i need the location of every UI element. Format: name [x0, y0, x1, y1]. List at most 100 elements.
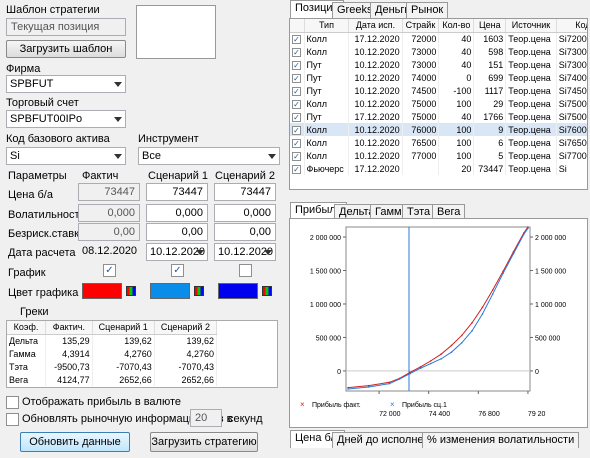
data-point — [491, 293, 494, 295]
positions-tabbar: Позиции Greeks Деньги Рынок — [288, 0, 588, 18]
instrument-select-value: Все — [142, 150, 161, 162]
table-cell: 10.12.2020 — [348, 149, 403, 162]
tab-market[interactable]: Рынок — [406, 2, 449, 18]
rate-s2-field[interactable]: 0,00 — [214, 223, 276, 241]
col-check — [290, 19, 305, 33]
table-row[interactable]: ✓Колл10.12.2020770001005Теор.ценаSi77000… — [290, 149, 587, 162]
row-checkbox[interactable]: ✓ — [290, 136, 305, 149]
params-header-3: Сценарий 2 — [215, 170, 276, 182]
greeks-col-s1: Сценарий 1 — [92, 321, 155, 335]
table-row[interactable]: ✓ Колл 10.12.2020 75000 100 29 Теор.цена Si7500… — [290, 97, 587, 110]
table-row[interactable]: ✓ Пут 17.12.2020 75000 40 1766 Теор.цена Si7500… — [290, 110, 587, 123]
load-strategy-button[interactable]: Загрузить стратегию — [150, 432, 258, 452]
table-row[interactable]: ✓Пут10.12.2020740000699Теор.ценаSi74000B… — [290, 71, 587, 84]
chevron-down-icon — [196, 250, 204, 255]
table-cell: Si74500BX — [556, 84, 587, 97]
refresh-interval-field[interactable]: 20 — [190, 409, 222, 427]
greeks-col-s2: Сценарий 2 — [154, 321, 218, 335]
price-s1-field[interactable]: 73447 — [146, 183, 208, 201]
vol-s1-field[interactable]: 0,000 — [146, 204, 208, 222]
y-tick-label: 2 000 000 — [310, 235, 341, 242]
data-point — [429, 360, 432, 362]
table-cell: 10.12.2020 — [348, 84, 403, 97]
row-checkbox[interactable]: ✓ — [290, 32, 305, 45]
color-s2-swatch[interactable] — [218, 283, 258, 299]
palette-icon[interactable] — [126, 286, 136, 296]
load-template-button[interactable]: Загрузить шаблон — [6, 40, 126, 58]
table-row[interactable]: ✓ Колл 17.12.2020 72000 40 1603 Теор.цена Si720… — [290, 32, 587, 45]
greek-value: -7070,43 — [92, 360, 155, 373]
data-point — [491, 289, 494, 291]
table-cell: Теор.цена — [505, 84, 557, 97]
palette-icon[interactable] — [194, 286, 204, 296]
table-row[interactable]: ✓ Пут 10.12.2020 74500 -100 1117 Теор.цена Si74… — [290, 84, 587, 97]
price-s2-field[interactable]: 73447 — [214, 183, 276, 201]
chart-s1-checkbox[interactable]: ✓ — [171, 264, 184, 277]
table-cell: 10.12.2020 — [348, 136, 403, 149]
col-date: Дата исп. — [348, 19, 403, 33]
table-cell: Теор.цена — [505, 123, 557, 136]
show-currency-checkbox[interactable] — [6, 396, 19, 409]
row-checkbox[interactable]: ✓ — [290, 84, 305, 97]
color-fact-swatch[interactable] — [82, 283, 122, 299]
row-checkbox[interactable]: ✓ — [290, 110, 305, 123]
table-row[interactable]: ✓Колл10.12.2020760001009Теор.ценаSi76000… — [290, 123, 587, 136]
chevron-down-icon — [114, 117, 122, 122]
account-select[interactable]: SPBFUT00IPo — [6, 110, 126, 128]
row-checkbox[interactable]: ✓ — [290, 71, 305, 84]
table-cell: 151 — [473, 58, 507, 71]
table-cell: 76000 — [402, 123, 440, 136]
row-checkbox[interactable]: ✓ — [290, 149, 305, 162]
color-label: Цвет графика — [8, 287, 79, 299]
params-header-1: Фактич — [82, 170, 119, 182]
account-label: Торговый счет — [6, 97, 79, 109]
refresh-market-checkbox[interactable] — [6, 413, 19, 426]
y-tick-label: 1 000 000 — [535, 302, 566, 309]
table-row[interactable]: ✓Колл10.12.2020765001006Теор.ценаSi76500… — [290, 136, 587, 149]
table-cell: -100 — [438, 84, 475, 97]
greek-value: -9500,73 — [45, 360, 93, 373]
table-row[interactable]: ✓ Фьючерс 17.12.2020 20 73447 Теор.цена Si — [290, 162, 587, 175]
row-checkbox[interactable]: ✓ — [290, 97, 305, 110]
table-cell: 17.12.2020 — [348, 162, 403, 175]
row-checkbox[interactable]: ✓ — [290, 123, 305, 136]
account-select-value: SPBFUT00IPo — [10, 113, 83, 125]
strategy-template-field[interactable]: Текущая позиция — [6, 18, 126, 36]
legend-marker: × — [300, 400, 305, 409]
data-point — [398, 378, 401, 380]
date-s1-picker[interactable]: 10.12.2020 — [146, 243, 208, 261]
instrument-select[interactable]: Все — [138, 147, 280, 165]
refresh-data-button[interactable]: Обновить данные — [20, 432, 130, 452]
chart-label: График — [8, 267, 46, 279]
rate-s1-field[interactable]: 0,00 — [146, 223, 208, 241]
instrument-label: Инструмент — [138, 133, 199, 145]
row-checkbox[interactable]: ✓ — [290, 58, 305, 71]
table-cell: Пут — [304, 110, 350, 123]
positions-table: Тип Дата исп. Страйк Кол-во Цена Источни… — [289, 18, 588, 190]
table-row: Дельта 135,29 139,62 139,62 — [7, 334, 218, 347]
row-checkbox[interactable]: ✓ — [290, 162, 305, 175]
x-tick-label: 79 20 — [528, 411, 546, 418]
tab-volatility-change[interactable]: % изменения волатильности — [422, 432, 580, 448]
date-s2-picker[interactable]: 10.12.2020 — [214, 243, 276, 261]
row-checkbox[interactable]: ✓ — [290, 45, 305, 58]
data-point — [367, 386, 370, 388]
table-cell: 598 — [473, 45, 507, 58]
table-cell: Теор.цена — [505, 45, 557, 58]
data-point — [429, 362, 432, 365]
firm-select[interactable]: SPBFUT — [6, 75, 126, 93]
data-point — [409, 372, 411, 375]
chart-s2-checkbox[interactable] — [239, 264, 252, 277]
data-point — [512, 252, 515, 255]
color-s1-swatch[interactable] — [150, 283, 190, 299]
table-row[interactable]: ✓Пут10.12.20207300040151Теор.ценаSi73000… — [290, 58, 587, 71]
table-cell: Колл — [304, 136, 350, 149]
palette-icon[interactable] — [262, 286, 272, 296]
chevron-down-icon — [264, 250, 272, 255]
table-cell: Теор.цена — [505, 110, 557, 123]
table-row: Тэта -9500,73 -7070,43 -7070,43 — [7, 360, 218, 373]
vol-s2-field[interactable]: 0,000 — [214, 204, 276, 222]
base-asset-select[interactable]: Si — [6, 147, 126, 165]
table-row[interactable]: ✓ Колл 10.12.2020 73000 40 598 Теор.цена Si7300… — [290, 45, 587, 58]
chart-fact-checkbox[interactable]: ✓ — [103, 264, 116, 277]
